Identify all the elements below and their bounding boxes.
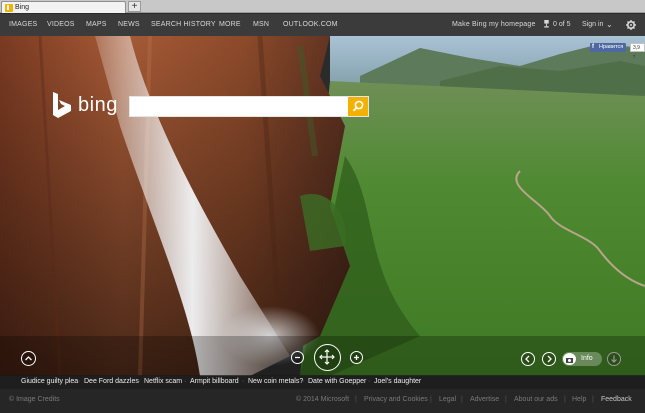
headline-item[interactable]: Date with Goepper [308,375,366,389]
chevron-right-icon [547,355,552,363]
search-button[interactable] [348,97,368,116]
footer-copyright: © 2014 Microsoft [296,396,350,403]
headline-separator: · [184,378,187,385]
headline-separator: · [302,378,305,385]
chevron-left-icon [525,355,530,363]
browser-window: { "browser": { "tab_title": "Bing", "new… [0,0,645,413]
headline-item[interactable]: Netflix scam [144,375,182,389]
make-homepage-link[interactable]: Make Bing my homepage [452,14,536,36]
headline-separator: · [368,378,371,385]
nav-videos[interactable]: VIDEOS [47,14,75,36]
footer-legal-link[interactable]: Legal [439,389,456,411]
info-label[interactable]: Info [581,353,593,365]
nav-msn[interactable]: MSN [253,14,269,36]
headline-item[interactable]: Dee Ford dazzles [84,375,139,389]
previous-image-button[interactable] [521,352,535,366]
search-icon [352,100,364,112]
headline-item[interactable]: Armpit billboard [190,375,239,389]
next-image-button[interactable] [542,352,556,366]
rewards-trophy-icon[interactable] [543,20,550,28]
footer-separator: | [461,396,463,403]
bing-favicon-icon [5,4,13,12]
chevron-up-icon [25,356,32,361]
minus-icon [295,356,300,359]
headline-separator: · [138,378,141,385]
signin-chevron-icon[interactable]: ⌄ [606,14,613,36]
bing-logo-text[interactable]: bing [78,94,118,117]
scroll-up-button[interactable] [21,351,36,366]
nav-search-history[interactable]: SEARCH HISTORY [151,14,216,36]
rewards-count[interactable]: 0 of 5 [553,14,571,36]
headline-item[interactable]: Giudice guilty plea [21,375,78,389]
footer-separator: | [592,396,594,403]
zoom-out-button[interactable] [291,351,304,364]
download-arrow-icon [611,355,617,363]
zoom-in-button[interactable] [350,351,363,364]
footer-privacy-link[interactable]: Privacy and Cookies [364,389,428,411]
footer-separator: | [355,396,357,403]
homepage-background-image [0,36,645,376]
headline-item[interactable]: New coin metals? [248,375,303,389]
top-nav: IMAGES VIDEOS MAPS NEWS SEARCH HISTORY M… [0,14,645,36]
facebook-like-button[interactable]: Нравится [590,43,627,52]
plus-icon [354,355,359,360]
nav-outlook[interactable]: OUTLOOK.COM [283,14,338,36]
image-credits-link[interactable]: © Image Credits [9,389,60,411]
headlines-bar: Giudice guilty plea · Dee Ford dazzles ·… [0,375,645,389]
bing-logo-icon[interactable] [51,91,73,119]
footer-separator: | [564,396,566,403]
nav-maps[interactable]: MAPS [86,14,107,36]
headline-separator: · [242,378,245,385]
signin-link[interactable]: Sign in [582,14,603,36]
headline-separator: · [78,378,81,385]
new-tab-button[interactable]: + [128,1,141,12]
search-input[interactable] [130,97,348,116]
footer-advertise-link[interactable]: Advertise [470,389,499,411]
feedback-link[interactable]: Feedback [601,389,632,411]
footer-separator: | [430,396,432,403]
facebook-like-count: 3,9 т [630,43,645,60]
camera-icon [563,353,576,365]
gear-icon[interactable] [626,20,636,30]
footer-help-link[interactable]: Help [572,389,586,411]
footer-about-ads-link[interactable]: About our ads [514,389,558,411]
browser-tab-strip: Bing + [0,0,645,13]
browser-tab[interactable]: Bing [1,1,126,13]
footer-separator: | [505,396,507,403]
nav-more[interactable]: MORE [219,14,241,36]
headline-item[interactable]: Joel's daughter [374,375,421,389]
footer: © Image Credits © 2014 Microsoft | Priva… [0,389,645,413]
search-box [129,96,369,117]
pan-control[interactable] [314,344,341,371]
nav-images[interactable]: IMAGES [9,14,37,36]
download-button[interactable] [607,352,621,366]
tab-title: Bing [15,4,30,11]
nav-news[interactable]: NEWS [118,14,140,36]
move-arrows-icon [319,349,335,365]
